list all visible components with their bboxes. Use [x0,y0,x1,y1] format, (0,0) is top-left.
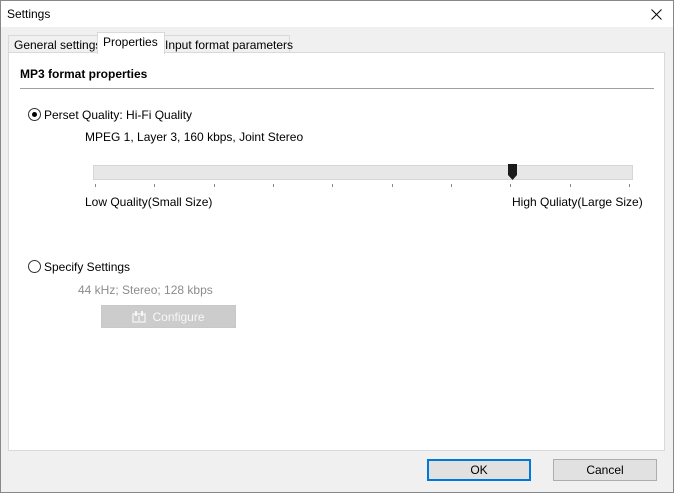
section-title: MP3 format properties [20,67,148,81]
section-divider [20,88,654,89]
window-title: Settings [7,7,51,21]
preset-quality-radio[interactable] [28,108,41,121]
specify-settings-label[interactable]: Specify Settings [44,260,130,274]
close-button[interactable] [639,1,673,27]
slider-tick [214,184,215,187]
title-bar: Settings [1,1,673,27]
settings-dialog: Settings General settings Properties Inp… [0,0,674,493]
slider-ticks [93,184,633,188]
slider-tick [392,184,393,187]
slider-tick [629,184,630,187]
slider-min-label: Low Quality(Small Size) [85,195,213,209]
configure-label: Configure [152,309,205,324]
slider-tick [273,184,274,187]
properties-panel: MP3 format properties Perset Quality: Hi… [8,52,665,451]
specify-description: 44 kHz; Stereo; 128 kbps [78,283,213,297]
slider-tick [95,184,96,187]
slider-tick [451,184,452,187]
close-icon [650,8,662,20]
slider-tick [332,184,333,187]
preset-description: MPEG 1, Layer 3, 160 kbps, Joint Stereo [85,130,304,144]
specify-settings-radio[interactable] [28,260,41,273]
ok-button[interactable]: OK [427,459,531,481]
slider-tick [510,184,511,187]
slider-max-label: High Quliaty(Large Size) [512,195,643,209]
slider-tick [154,184,155,187]
slider-tick [570,184,571,187]
preset-quality-label[interactable]: Perset Quality: Hi-Fi Quality [44,108,192,122]
configure-icon [132,311,147,323]
cancel-button[interactable]: Cancel [553,459,657,481]
tab-properties[interactable]: Properties [97,32,165,54]
quality-slider-thumb[interactable] [508,164,517,180]
quality-slider-track[interactable] [93,165,633,180]
configure-button[interactable]: Configure [101,305,236,328]
